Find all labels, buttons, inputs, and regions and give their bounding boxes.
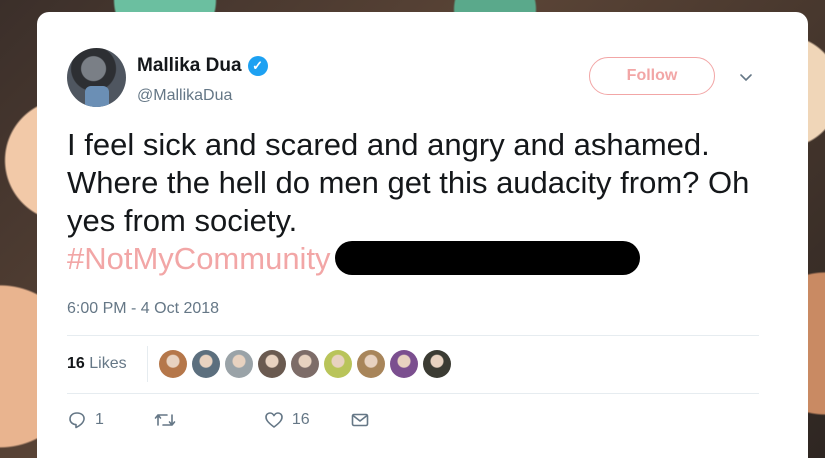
divider: [67, 393, 759, 394]
retweet-button[interactable]: [154, 410, 184, 430]
heart-icon: [265, 412, 283, 428]
liker-avatar[interactable]: [423, 350, 451, 378]
tweet-body: I feel sick and scared and angry and ash…: [67, 127, 750, 238]
follow-button[interactable]: Follow: [589, 57, 715, 95]
divider: [67, 335, 759, 336]
likes-count[interactable]: 16 Likes: [67, 355, 127, 373]
liker-avatar[interactable]: [324, 350, 352, 378]
direct-message-button[interactable]: [350, 410, 370, 430]
like-button[interactable]: 16: [264, 410, 310, 430]
tweet-actions: 1 16: [67, 410, 370, 430]
liker-avatar[interactable]: [357, 350, 385, 378]
reply-button[interactable]: 1: [67, 410, 104, 430]
likers-avatars: [159, 350, 451, 378]
likers-separator: [147, 346, 148, 382]
retweet-icon: [154, 414, 176, 426]
liker-avatar[interactable]: [192, 350, 220, 378]
envelope-icon: [351, 413, 369, 427]
liker-avatar[interactable]: [390, 350, 418, 378]
user-handle[interactable]: @MallikaDua: [137, 87, 232, 105]
reply-count: 1: [95, 411, 104, 428]
liker-avatar[interactable]: [225, 350, 253, 378]
redacted-block: [334, 241, 640, 275]
reply-icon: [69, 412, 85, 429]
display-name-text[interactable]: Mallika Dua: [137, 55, 242, 77]
display-name[interactable]: Mallika Dua ✓: [137, 55, 268, 77]
liker-avatar[interactable]: [291, 350, 319, 378]
likes-label: Likes: [89, 355, 127, 372]
tweet-card: Mallika Dua ✓ @MallikaDua Follow I feel …: [37, 12, 808, 458]
liker-avatar[interactable]: [159, 350, 187, 378]
verified-badge-icon: ✓: [247, 56, 268, 76]
avatar[interactable]: [67, 48, 126, 107]
like-count: 16: [291, 411, 310, 428]
hashtag-link[interactable]: #NotMyCommunity: [67, 241, 331, 276]
tweet-timestamp[interactable]: 6:00 PM - 4 Oct 2018: [67, 300, 219, 318]
likes-number: 16: [67, 355, 85, 372]
chevron-down-icon[interactable]: [739, 70, 753, 84]
tweet-text: I feel sick and scared and angry and ash…: [67, 126, 767, 278]
liker-avatar[interactable]: [258, 350, 286, 378]
